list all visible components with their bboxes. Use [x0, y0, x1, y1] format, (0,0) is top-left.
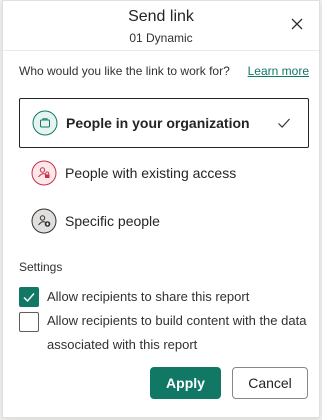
link-scope-question: Who would you like the link to work for?… — [19, 64, 309, 80]
option-people-in-organization[interactable]: People in your organization — [19, 98, 309, 148]
apply-button[interactable]: Apply — [150, 367, 221, 399]
close-icon[interactable] — [288, 15, 306, 33]
question-text: Who would you like the link to work for? — [19, 64, 230, 78]
dialog-subtitle: 01 Dynamic — [129, 31, 193, 45]
option-people-with-existing-access[interactable]: People with existing access — [19, 148, 309, 198]
option-label: People with existing access — [65, 165, 237, 181]
person-add-icon — [31, 208, 57, 234]
dialog-title: Send link — [128, 8, 194, 25]
option-specific-people[interactable]: Specific people — [19, 196, 309, 246]
people-lock-icon — [31, 160, 57, 186]
cancel-button[interactable]: Cancel — [232, 367, 308, 399]
share-report-checkbox[interactable] — [19, 287, 39, 307]
share-report-checkbox-row[interactable]: Allow recipients to share this report — [19, 287, 315, 307]
briefcase-icon — [32, 110, 58, 136]
share-report-label: Allow recipients to share this report — [47, 289, 250, 304]
settings-heading: Settings — [19, 260, 63, 274]
option-label: Specific people — [65, 213, 160, 229]
build-content-checkbox-row[interactable]: Allow recipients to build content with t… — [19, 312, 315, 356]
dialog-header: Send link 01 Dynamic — [3, 1, 319, 51]
learn-more-link[interactable]: Learn more — [248, 64, 309, 78]
send-link-dialog: Send link 01 Dynamic Who would you like … — [2, 0, 320, 418]
build-content-checkbox[interactable] — [19, 312, 39, 332]
option-label: People in your organization — [66, 115, 250, 131]
checkmark-icon — [276, 115, 292, 131]
build-content-label: Allow recipients to build content with t… — [47, 313, 307, 352]
